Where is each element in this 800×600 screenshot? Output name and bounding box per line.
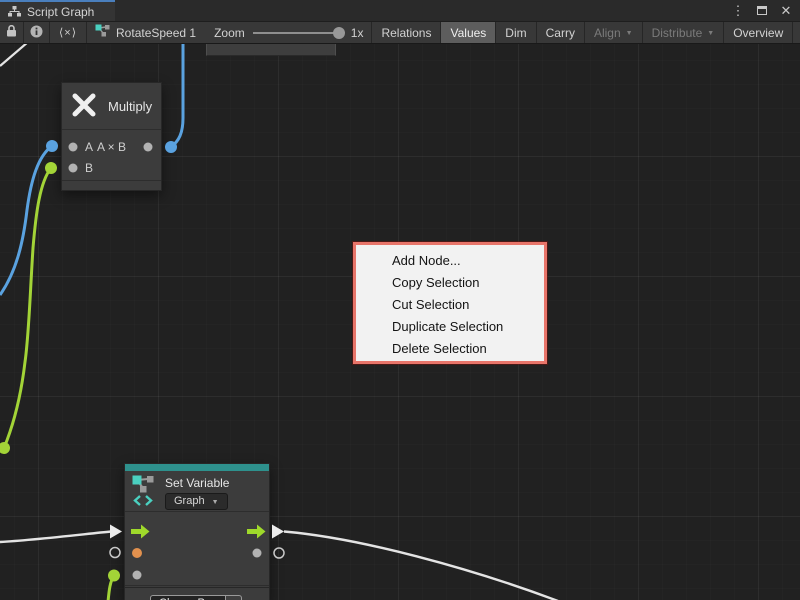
flow-arrowhead-in[interactable] [110, 525, 122, 539]
toolbar-button-values[interactable]: Values [441, 22, 496, 43]
zoom-slider-handle[interactable] [333, 27, 345, 39]
variable-name-value: ChangePos [150, 595, 226, 600]
maximize-icon[interactable] [754, 3, 770, 19]
connection-ring-left[interactable] [110, 548, 120, 558]
toolbar-button-carry[interactable]: Carry [537, 22, 585, 43]
set-variable-icon [132, 475, 158, 512]
multiply-x-icon [71, 92, 97, 121]
window-controls: ⋮ ✕ [730, 0, 800, 21]
graph-canvas[interactable]: Multiply A A × B B [0, 44, 800, 600]
tab-label: Script Graph [27, 5, 94, 19]
menu-item-add-node[interactable]: Add Node... [356, 250, 544, 272]
menu-item-cut-selection[interactable]: Cut Selection [356, 294, 544, 316]
toolbar-button-fullscreen[interactable]: Full Screen [793, 22, 800, 43]
distribute-label: Distribute [652, 26, 703, 40]
chevron-down-icon: ▼ [212, 499, 219, 506]
toolbar-button-relations[interactable]: Relations [372, 22, 441, 43]
variable-name-caret-button[interactable]: ▼ [226, 595, 242, 600]
set-variable-accent-strip [125, 464, 269, 471]
align-label: Align [594, 26, 621, 40]
flow-arrowhead-out[interactable] [272, 525, 284, 539]
chevron-down-icon: ▼ [707, 30, 714, 37]
partial-node-top[interactable] [206, 44, 336, 56]
graph-hierarchy-icon [8, 6, 21, 17]
value-connections-button[interactable]: ⟨×⟩ [50, 22, 87, 43]
green-endpoint-setvar[interactable] [108, 570, 120, 582]
wire-white-out [284, 532, 558, 600]
multiply-title: Multiply [108, 99, 152, 114]
set-variable-header[interactable]: Set Variable Graph ▼ [125, 471, 269, 512]
wire-white-stub [0, 44, 28, 66]
dim-label: Dim [505, 26, 526, 40]
graph-reference-label: RotateSpeed 1 [116, 26, 196, 40]
variable-name-dropdown[interactable]: ChangePos ▼ [150, 595, 242, 600]
toolbar-button-align[interactable]: Align ▼ [585, 22, 643, 43]
zoom-slider[interactable] [253, 32, 343, 34]
connection-ring-right[interactable] [274, 548, 284, 558]
lock-icon [6, 25, 17, 40]
variable-node-icon [95, 24, 110, 41]
wire-white-in [0, 532, 111, 543]
port-label-b: B [85, 161, 93, 175]
variable-scope-dropdown[interactable]: Graph ▼ [165, 493, 228, 510]
toolbar-button-dim[interactable]: Dim [496, 22, 536, 43]
graph-toolbar: ⟨×⟩ RotateSpeed 1 Zoom 1x Relations [0, 22, 800, 44]
toolbar-button-distribute[interactable]: Distribute ▼ [643, 22, 725, 43]
blue-endpoint-out[interactable] [165, 141, 177, 153]
zoom-control: Zoom 1x [206, 22, 372, 43]
unity-visual-scripting-window: Script Graph ⋮ ✕ [0, 0, 800, 600]
scope-value: Graph [174, 495, 205, 507]
wire-blue-out [171, 44, 183, 147]
values-label: Values [450, 26, 486, 40]
set-variable-title: Set Variable [165, 475, 229, 490]
blue-endpoint-a[interactable] [46, 140, 58, 152]
info-icon [30, 25, 43, 41]
node-multiply[interactable]: Multiply A A × B B [61, 82, 162, 191]
info-button[interactable] [24, 22, 50, 43]
green-endpoint-far[interactable] [0, 442, 10, 454]
tab-script-graph[interactable]: Script Graph [0, 0, 115, 21]
wire-green-long [4, 168, 51, 448]
chevron-down-icon: ▼ [626, 30, 633, 37]
context-menu: Add Node... Copy Selection Cut Selection… [353, 242, 547, 364]
wire-green-short [108, 576, 114, 600]
close-icon[interactable]: ✕ [778, 3, 794, 19]
angle-x-icon: ⟨×⟩ [59, 26, 77, 39]
zoom-label: Zoom [214, 26, 245, 40]
multiply-node-footer [62, 181, 161, 189]
lock-button[interactable] [0, 22, 24, 43]
graph-reference-button[interactable]: RotateSpeed 1 [87, 22, 206, 43]
relations-label: Relations [381, 26, 431, 40]
title-bar: Script Graph ⋮ ✕ [0, 0, 800, 22]
zoom-value: 1x [351, 26, 364, 40]
multiply-node-header[interactable]: Multiply [62, 83, 161, 130]
port-label-out: A × B [62, 140, 161, 154]
toolbar-button-overview[interactable]: Overview [724, 22, 793, 43]
menu-item-duplicate-selection[interactable]: Duplicate Selection [356, 316, 544, 338]
window-menu-icon[interactable]: ⋮ [730, 3, 746, 19]
menu-item-copy-selection[interactable]: Copy Selection [356, 272, 544, 294]
node-set-variable[interactable]: Set Variable Graph ▼ ChangePos ▼ [124, 463, 270, 600]
menu-item-delete-selection[interactable]: Delete Selection [356, 338, 544, 360]
wire-blue-in [0, 146, 52, 295]
carry-label: Carry [546, 26, 575, 40]
green-endpoint-b[interactable] [45, 162, 57, 174]
set-variable-body: ChangePos ▼ [125, 512, 269, 586]
overview-label: Overview [733, 26, 783, 40]
multiply-node-body: A A × B B [62, 130, 161, 181]
